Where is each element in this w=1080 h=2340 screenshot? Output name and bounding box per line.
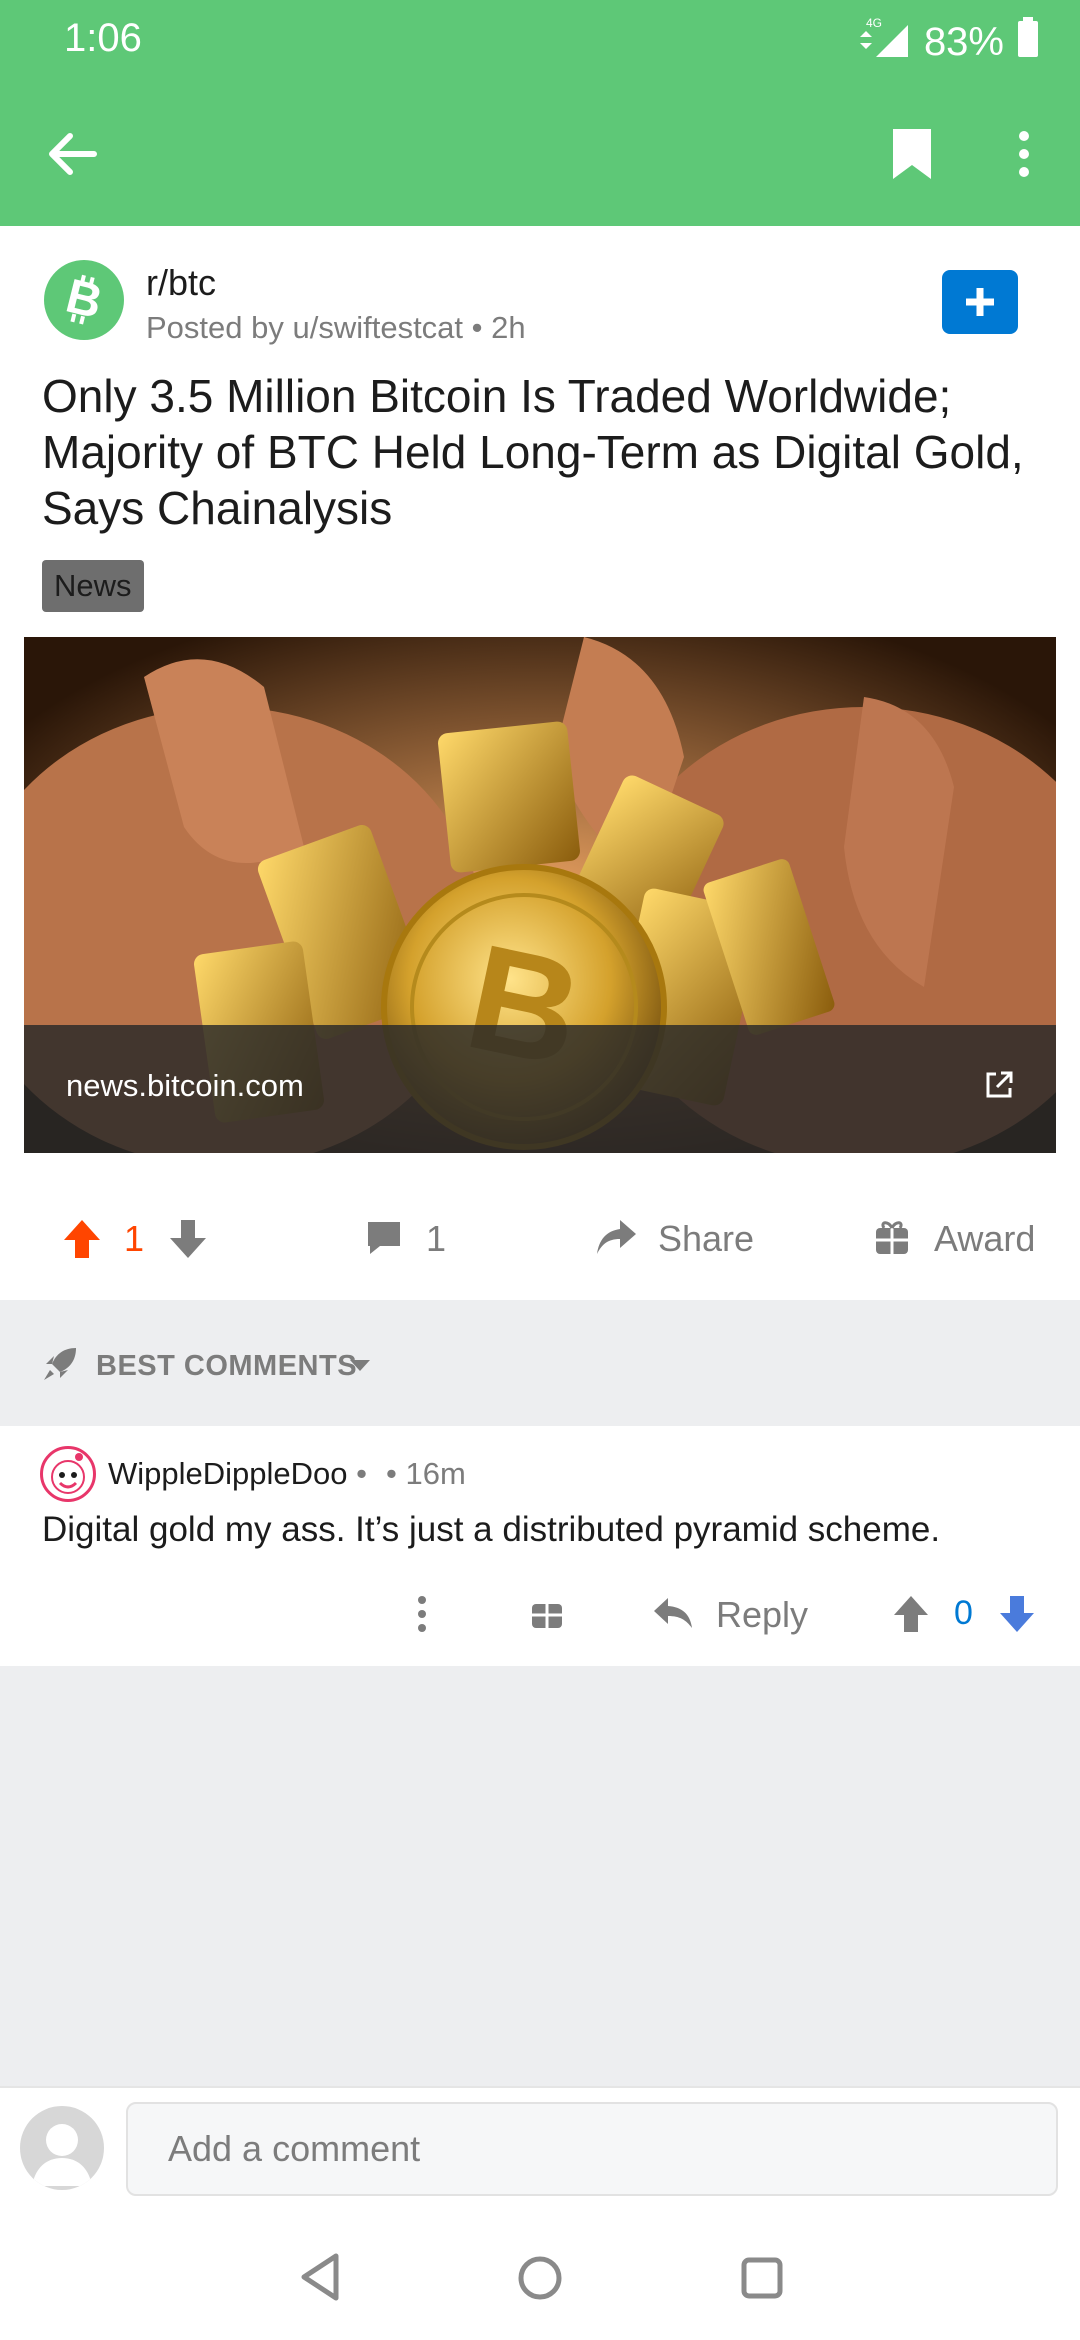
author-separator: • bbox=[356, 1456, 367, 1491]
plus-icon bbox=[966, 288, 994, 316]
comment-author[interactable]: WippleDippleDoo • bbox=[108, 1456, 367, 1492]
commenter-avatar[interactable] bbox=[40, 1446, 96, 1502]
rocket-icon bbox=[42, 1344, 80, 1387]
share-icon[interactable] bbox=[594, 1216, 638, 1263]
external-link-icon[interactable] bbox=[984, 1070, 1014, 1105]
nav-home-icon[interactable] bbox=[516, 2254, 564, 2307]
reply-button[interactable]: Reply bbox=[716, 1594, 808, 1636]
comment-downvote-icon[interactable] bbox=[998, 1594, 1036, 1639]
post-score: 1 bbox=[124, 1218, 145, 1259]
comment-award-icon[interactable] bbox=[530, 1596, 564, 1635]
battery-percent: 83% bbox=[923, 19, 1004, 64]
comment-icon[interactable] bbox=[364, 1218, 404, 1263]
comment-more-icon[interactable] bbox=[416, 1594, 428, 1639]
add-comment-input[interactable] bbox=[126, 2102, 1058, 2196]
join-subreddit-button[interactable] bbox=[942, 270, 1018, 334]
more-vertical-icon[interactable] bbox=[1000, 122, 1048, 186]
back-arrow-icon[interactable] bbox=[40, 122, 104, 186]
status-indicators: 4G 83% bbox=[856, 16, 1040, 68]
post-action-bar bbox=[0, 1160, 1080, 1300]
subreddit-name[interactable]: r/btc bbox=[146, 262, 216, 304]
comment-upvote-icon[interactable] bbox=[892, 1594, 930, 1639]
post-meta: Posted by u/swiftestcat • 2h bbox=[146, 310, 526, 345]
comment-sort-label[interactable]: BEST COMMENTS bbox=[96, 1350, 357, 1383]
comment-time: • 16m bbox=[386, 1456, 466, 1491]
battery-icon bbox=[1016, 17, 1040, 67]
reply-icon[interactable] bbox=[652, 1594, 694, 1637]
post-flair: News bbox=[42, 560, 144, 612]
nav-back-icon[interactable] bbox=[298, 2252, 342, 2307]
signal-icon: 4G bbox=[856, 15, 912, 69]
downvote-icon[interactable] bbox=[168, 1218, 208, 1265]
svg-text:4G: 4G bbox=[866, 16, 882, 30]
comment-body: Digital gold my ass. It’s just a distrib… bbox=[42, 1510, 941, 1549]
comment-count[interactable]: 1 bbox=[426, 1218, 446, 1260]
status-time: 1:06 bbox=[64, 16, 142, 60]
comment-score: 0 bbox=[954, 1594, 973, 1632]
upvote-icon[interactable] bbox=[62, 1218, 102, 1265]
bookmark-icon[interactable] bbox=[880, 122, 944, 186]
award-gift-icon[interactable] bbox=[874, 1218, 910, 1261]
award-button[interactable]: Award bbox=[934, 1218, 1035, 1260]
user-avatar-icon[interactable] bbox=[20, 2106, 104, 2190]
post-title[interactable]: Only 3.5 Million Bitcoin Is Traded World… bbox=[42, 368, 1042, 536]
chevron-down-icon[interactable] bbox=[348, 1358, 372, 1379]
subreddit-avatar-bitcoin-icon[interactable]: B bbox=[44, 260, 124, 340]
share-button[interactable]: Share bbox=[658, 1218, 754, 1260]
link-domain[interactable]: news.bitcoin.com bbox=[66, 1068, 304, 1104]
nav-recents-icon[interactable] bbox=[740, 2256, 784, 2305]
